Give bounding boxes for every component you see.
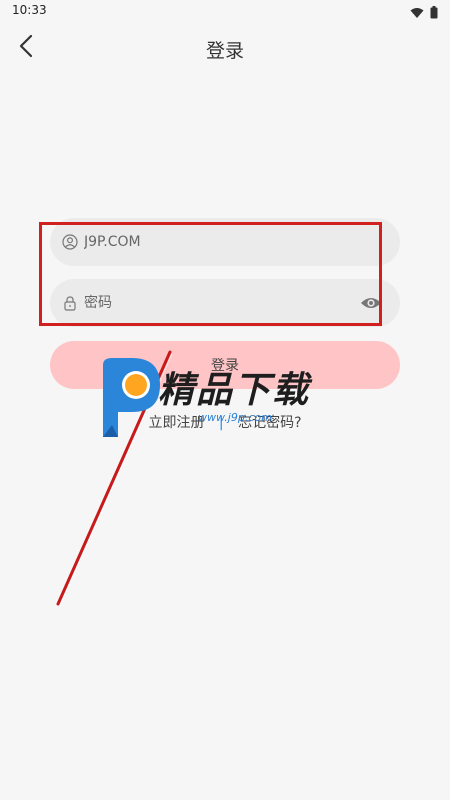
watermark-logo: 精品下载 www.j9p.com xyxy=(98,355,358,445)
status-icons xyxy=(410,4,438,23)
watermark-brand-text: 精品下载 xyxy=(158,370,311,411)
wifi-icon xyxy=(410,4,424,23)
annotation-highlight-box xyxy=(39,222,382,326)
status-bar: 10:33 xyxy=(0,0,450,22)
battery-icon xyxy=(430,4,438,23)
status-time: 10:33 xyxy=(12,3,47,17)
page-title: 登录 xyxy=(205,40,244,62)
watermark-url: www.j9p.com xyxy=(198,411,272,424)
nav-bar: 登录 xyxy=(0,22,450,74)
